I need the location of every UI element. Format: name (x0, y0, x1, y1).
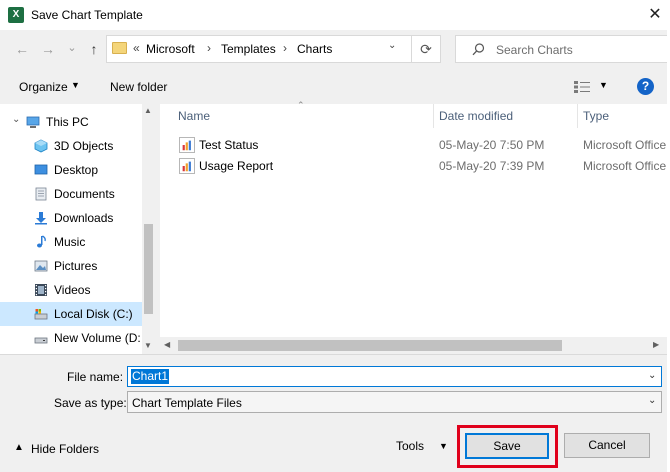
download-arrow-icon (35, 212, 47, 225)
close-button[interactable]: ✕ (640, 2, 670, 28)
organize-dropdown-icon[interactable]: ▼ (71, 80, 80, 90)
file-name-label: File name: (67, 370, 124, 384)
recent-locations-chevron-icon[interactable]: ⌄ (62, 36, 82, 60)
scroll-right-icon[interactable]: ▶ (653, 340, 659, 349)
tools-button[interactable]: Tools (396, 439, 424, 453)
scroll-down-icon[interactable]: ▼ (144, 341, 152, 350)
search-box[interactable] (455, 35, 668, 63)
nav-item-videos[interactable]: Videos (0, 278, 142, 302)
navigation-scrollbar-thumb[interactable] (144, 224, 153, 314)
column-header-type[interactable]: Type (583, 109, 609, 123)
file-row[interactable]: Test Status 05-May-20 7:50 PM Microsoft … (176, 135, 670, 156)
tools-dropdown-icon[interactable]: ▼ (439, 441, 448, 451)
nav-item-desktop[interactable]: Desktop (0, 158, 142, 182)
computer-icon (26, 116, 40, 128)
save-button[interactable]: Save (465, 433, 549, 459)
save-as-type-dropdown-icon[interactable]: ⌄ (648, 395, 656, 406)
scroll-left-icon[interactable]: ◀ (164, 340, 170, 349)
breadcrumb-templates[interactable]: Templates (221, 42, 276, 56)
help-icon[interactable]: ? (637, 78, 654, 95)
file-name-dropdown-icon[interactable]: ⌄ (648, 370, 656, 381)
sort-ascending-icon: ⌃ (297, 100, 305, 110)
drive-icon (34, 309, 48, 320)
file-type: Microsoft Office (583, 159, 667, 173)
forward-arrow-icon[interactable]: → (38, 37, 58, 61)
address-dropdown-chevron-icon[interactable]: ⌄ (388, 40, 396, 51)
save-as-type-value: Chart Template Files (132, 396, 242, 410)
back-arrow-icon[interactable]: ← (12, 37, 32, 61)
hide-folders-button[interactable]: Hide Folders (31, 442, 99, 456)
nav-item-documents[interactable]: Documents (0, 182, 142, 206)
folder-icon (112, 42, 127, 54)
music-note-icon (37, 235, 46, 248)
nav-item-label: Videos (54, 283, 91, 297)
breadcrumb-overflow[interactable]: « (133, 41, 140, 55)
expand-chevron-icon[interactable]: ⌄ (12, 114, 20, 125)
column-divider[interactable] (577, 104, 578, 128)
nav-item-label: 3D Objects (54, 139, 114, 153)
column-divider[interactable] (433, 104, 434, 128)
search-icon (472, 43, 485, 56)
breadcrumb-charts[interactable]: Charts (297, 42, 332, 56)
chart-template-icon (179, 158, 195, 174)
column-header-name[interactable]: Name (178, 109, 210, 123)
window-title: Save Chart Template (31, 8, 143, 22)
desktop-icon (34, 164, 48, 175)
file-row[interactable]: Usage Report 05-May-20 7:39 PM Microsoft… (176, 156, 670, 177)
save-as-type-label: Save as type: (54, 396, 127, 410)
nav-item-label: Desktop (54, 163, 99, 177)
pane-divider (0, 354, 670, 355)
nav-item-local-disk-c[interactable]: Local Disk (C:) (0, 302, 142, 326)
hide-folders-chevron-icon[interactable]: ▲ (14, 442, 24, 453)
film-icon (35, 284, 47, 296)
nav-item-label: Pictures (54, 259, 98, 273)
save-as-type-select[interactable]: Chart Template Files ⌄ (127, 391, 662, 413)
nav-item-label: Local Disk (C:) (54, 307, 133, 321)
breadcrumb-separator[interactable]: › (207, 41, 211, 55)
nav-item-3d-objects[interactable]: 3D Objects (0, 134, 142, 158)
file-name: Test Status (199, 138, 259, 152)
nav-item-music[interactable]: Music (0, 230, 142, 254)
organize-button[interactable]: Organize (19, 80, 68, 94)
file-list-scrollbar-thumb[interactable] (178, 340, 562, 351)
view-dropdown-icon[interactable]: ▼ (599, 80, 608, 90)
breadcrumb-microsoft[interactable]: Microsoft (146, 42, 195, 56)
file-name-field[interactable]: Chart1 ⌄ (127, 366, 662, 387)
file-name-selected-text[interactable]: Chart1 (131, 369, 170, 384)
new-folder-button[interactable]: New folder (110, 80, 167, 94)
breadcrumb-separator[interactable]: › (283, 41, 287, 55)
nav-item-label: New Volume (D: (54, 331, 141, 345)
nav-item-pictures[interactable]: Pictures (0, 254, 142, 278)
file-date: 05-May-20 7:50 PM (439, 138, 545, 152)
cube-icon (34, 139, 48, 153)
nav-item-label: Documents (54, 187, 115, 201)
documents-icon (35, 187, 47, 201)
file-name: Usage Report (199, 159, 274, 173)
file-type: Microsoft Office (583, 138, 667, 152)
scroll-up-icon[interactable]: ▲ (144, 106, 152, 115)
nav-item-this-pc[interactable]: ⌄ This PC (0, 110, 142, 134)
excel-app-icon: X (8, 7, 24, 23)
nav-item-new-volume-d[interactable]: New Volume (D: (0, 326, 142, 350)
up-arrow-icon[interactable]: ↑ (84, 37, 104, 61)
search-input[interactable] (494, 42, 658, 58)
column-header-date-modified[interactable]: Date modified (439, 109, 513, 123)
nav-item-downloads[interactable]: Downloads (0, 206, 142, 230)
drive-icon (34, 337, 48, 344)
nav-item-label: Music (54, 235, 86, 249)
chart-template-icon (179, 137, 195, 153)
file-date: 05-May-20 7:39 PM (439, 159, 545, 173)
refresh-icon[interactable]: ⟳ (412, 35, 441, 63)
nav-item-label: Downloads (54, 211, 114, 225)
pictures-icon (34, 260, 48, 272)
cancel-button[interactable]: Cancel (564, 433, 650, 458)
nav-item-label: This PC (46, 115, 89, 129)
view-options-icon[interactable] (574, 81, 590, 93)
